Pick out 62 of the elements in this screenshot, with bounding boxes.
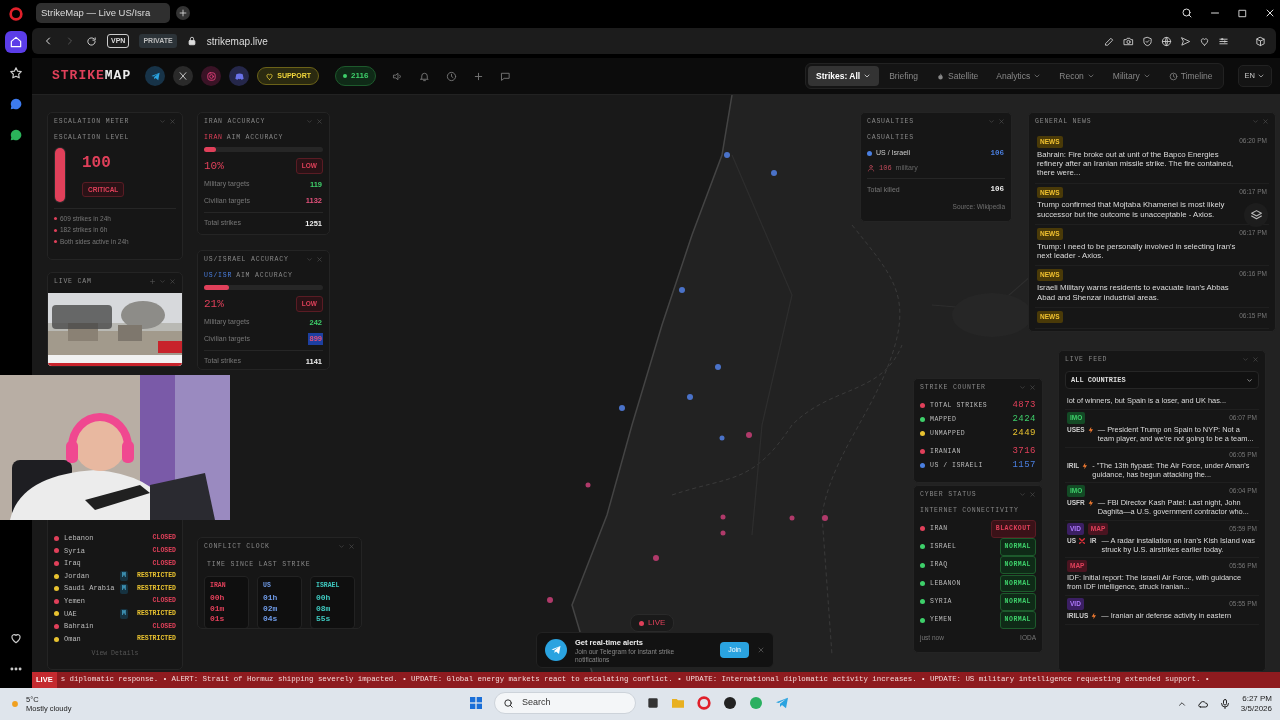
mic-icon[interactable] [1218,698,1231,710]
nav-tab[interactable]: Military [1104,65,1159,87]
start-button[interactable] [468,695,484,711]
search-icon[interactable] [1181,7,1193,19]
nav-tab[interactable]: Satellite [928,65,987,87]
plus-icon[interactable] [473,70,485,82]
speaker-icon[interactable] [392,70,404,82]
camera-icon[interactable] [1123,35,1134,47]
telegram-icon[interactable] [774,695,790,711]
windows-logo-icon [468,695,484,711]
caret-icon [1257,72,1265,80]
clock-date: 3/5/2026 [1240,704,1272,714]
app-icon[interactable] [748,695,764,711]
heart-icon [9,631,23,645]
x-logo-button[interactable] [173,66,194,86]
maximize-icon[interactable] [1237,7,1248,19]
nav-tab[interactable]: Strikes: All [808,65,880,87]
instagram-button[interactable] [201,66,222,86]
clock-time[interactable]: 6:27 PM [1240,694,1272,704]
heart-icon[interactable] [1199,35,1210,47]
new-tab-icon[interactable] [176,6,190,20]
logo[interactable]: STRIKEMAP [52,66,132,86]
clock-icon [1168,71,1178,81]
heart-icon [265,71,275,81]
x-logo-icon [178,71,189,81]
nav-tab[interactable]: Analytics [988,65,1050,87]
bell-icon[interactable] [419,70,431,82]
home-button[interactable] [5,31,27,53]
address-field[interactable]: strikemap.live [206,33,268,49]
search-icon [503,697,514,709]
caret-icon[interactable] [1176,699,1187,709]
pencil-icon[interactable] [1104,35,1115,47]
sliders-icon[interactable] [1218,35,1229,47]
chat-icon[interactable] [500,70,512,82]
nav-tab[interactable]: Recon [1051,65,1103,87]
close-icon[interactable] [1264,7,1276,19]
online-count: 2116 [335,66,377,86]
discord-button[interactable] [229,66,250,86]
browser-logo-icon[interactable] [696,695,712,711]
cloud-icon[interactable] [1196,698,1209,710]
messenger-icon [9,97,23,111]
search-box[interactable]: Search [494,692,636,714]
send-icon[interactable] [1180,35,1191,47]
search-field[interactable]: Search [520,695,620,711]
nav-tab[interactable]: Timeline [1160,65,1221,87]
nav-tab[interactable]: Briefing [881,65,926,87]
browser-tab[interactable]: StrikeMap — Live US/Isra [36,3,170,23]
chat-icon [9,128,23,142]
star-icon [9,66,23,80]
camera-outline-icon [205,70,217,82]
home-icon [9,35,23,49]
browser-logo-icon[interactable] [8,6,24,22]
telegram-button[interactable] [145,66,166,86]
circle-app-icon[interactable] [722,695,738,711]
clock-icon[interactable] [446,70,458,82]
lock-icon [186,36,197,46]
globe-icon[interactable] [1161,35,1172,47]
reload-icon[interactable] [86,35,97,47]
shield-icon[interactable] [1142,35,1153,47]
cube-icon[interactable] [1255,35,1266,47]
file-icon[interactable] [646,696,660,710]
fire-icon [936,71,945,81]
